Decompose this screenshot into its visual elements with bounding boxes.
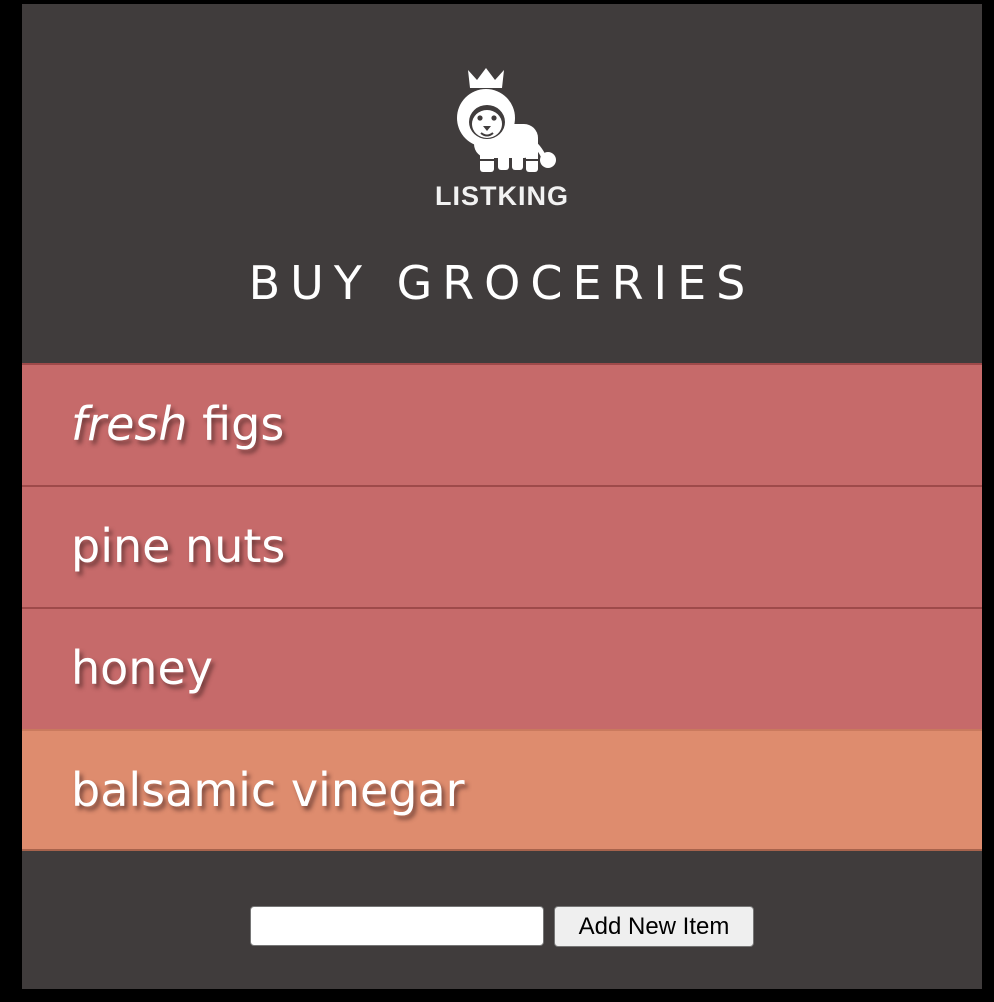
list-title: BUY GROCERIES — [248, 256, 756, 310]
list-item-label: honey — [71, 641, 213, 695]
list-item[interactable]: pine nuts — [22, 485, 982, 607]
list-item[interactable]: honey — [22, 607, 982, 729]
list-item[interactable]: fresh figs — [22, 363, 982, 485]
grocery-list: fresh figs pine nuts honey balsamic vinegar — [22, 363, 982, 851]
new-item-input[interactable] — [250, 906, 544, 946]
listking-app: LISTKING BUY GROCERIES fresh figs pine nu… — [22, 4, 982, 989]
list-item-label: figs — [187, 397, 285, 451]
brand-header: LISTKING BUY GROCERIES — [22, 4, 982, 310]
list-item[interactable]: balsamic vinegar — [22, 729, 982, 851]
list-item-label: balsamic vinegar — [71, 763, 465, 817]
add-new-item-button[interactable]: Add New Item — [554, 906, 754, 947]
brand-name: LISTKING — [435, 181, 569, 211]
list-item-label: pine nuts — [71, 519, 286, 573]
list-item-emphasis: fresh — [71, 397, 188, 451]
crowned-lion-icon — [457, 68, 556, 172]
